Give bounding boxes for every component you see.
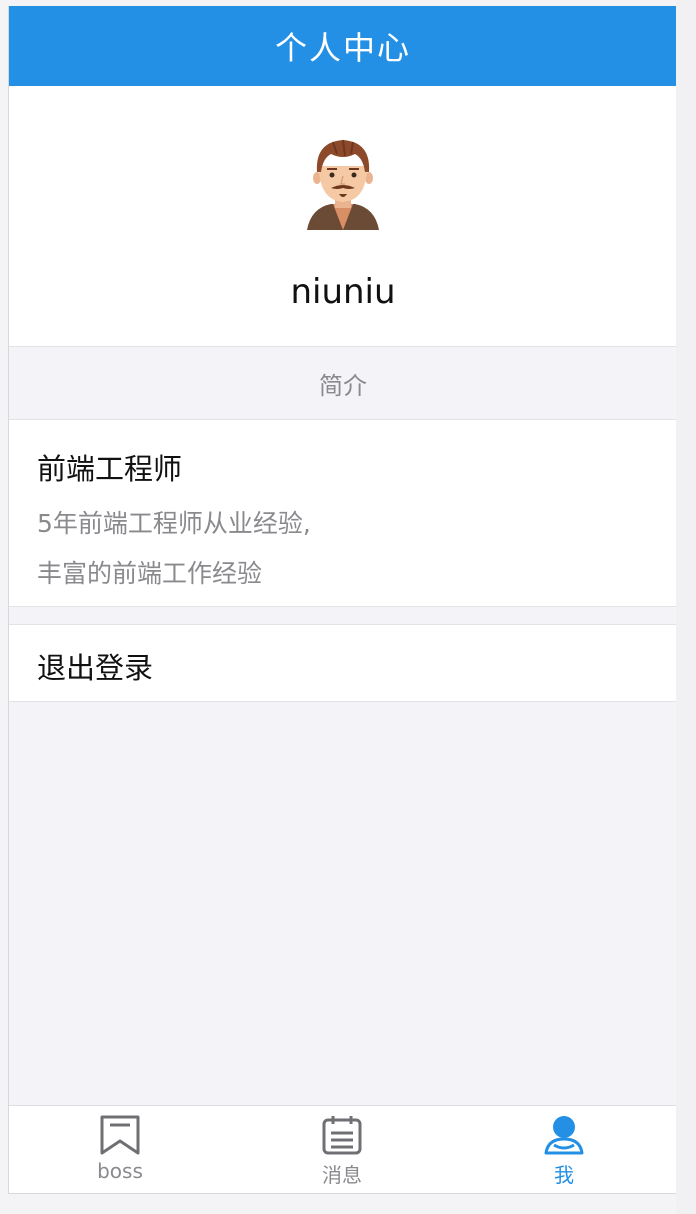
section-title-intro: 简介 [9,347,676,420]
intro-card: 前端工程师 5年前端工程师从业经验, 丰富的前端工作经验 [9,419,676,607]
intro-line: 5年前端工程师从业经验, [37,509,311,538]
logout-button[interactable]: 退出登录 [9,624,676,702]
tab-label: 我 [554,1163,574,1187]
username: niuniu [290,272,396,312]
calendar-icon [322,1116,362,1155]
intro-line: 丰富的前端工作经验 [37,559,263,588]
job-title: 前端工程师 [37,452,183,486]
bookmark-icon [100,1115,140,1155]
tab-messages[interactable]: 消息 [231,1106,453,1193]
app-frame: 个人中心 niuniu 简介 前端工程师 5年前端工程师从业经验, 丰富的前端工… [8,6,676,1194]
tab-label: boss [97,1159,143,1183]
user-icon [544,1116,584,1155]
logout-label: 退出登录 [37,651,154,685]
tab-label: 消息 [322,1163,362,1187]
bottom-tab-bar: boss 消息 我 [9,1105,676,1193]
window-edge [676,0,696,1214]
tab-me[interactable]: 我 [453,1106,675,1193]
page-title: 个人中心 [274,29,411,67]
profile-card: niuniu [9,86,676,347]
tab-boss[interactable]: boss [9,1106,231,1193]
male-avatar-icon [307,139,379,230]
nav-header: 个人中心 [9,6,676,86]
